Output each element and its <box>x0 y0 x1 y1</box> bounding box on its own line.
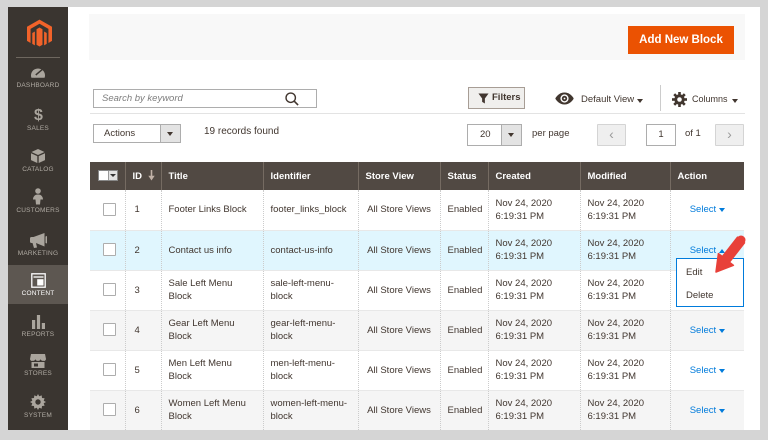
svg-text:$: $ <box>34 107 43 123</box>
